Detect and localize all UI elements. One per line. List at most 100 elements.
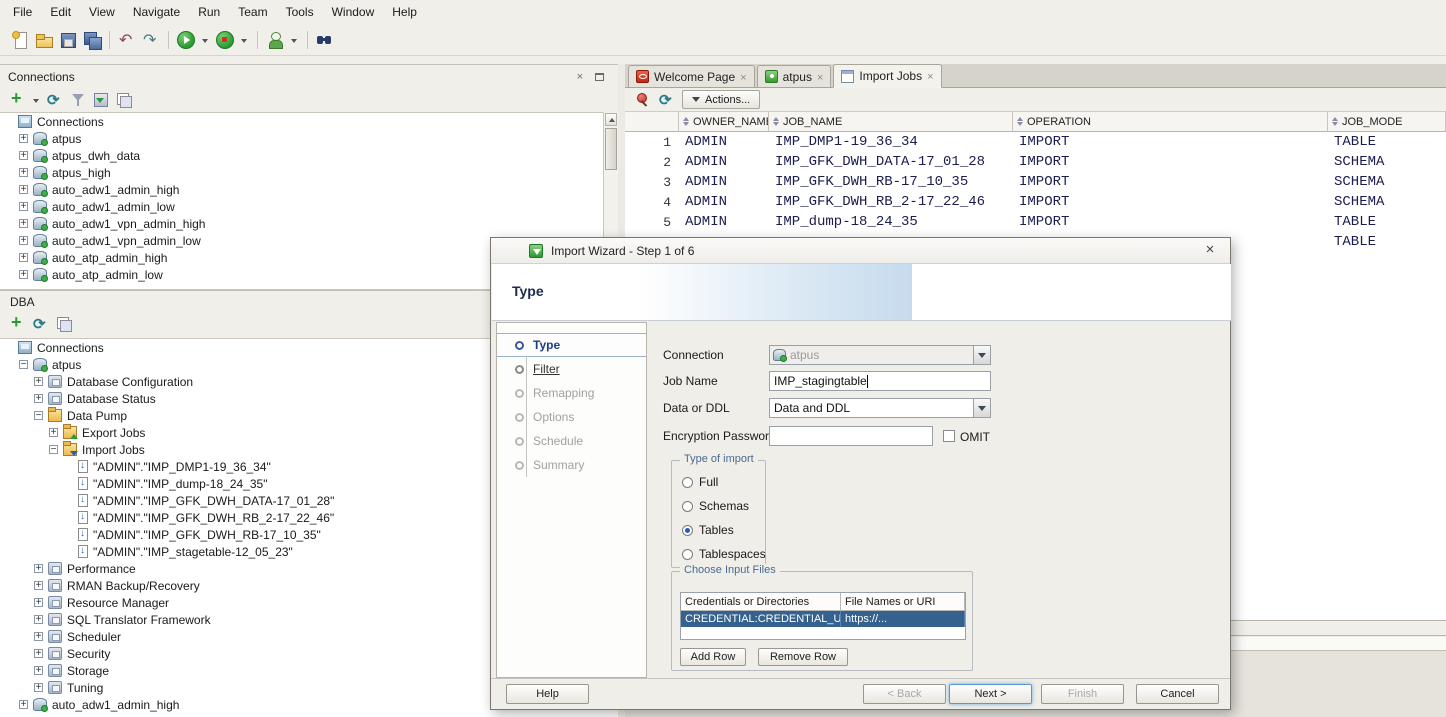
- add-row-button[interactable]: Add Row: [680, 648, 746, 666]
- job-name-input[interactable]: IMP_stagingtable: [769, 371, 991, 391]
- new-file-icon[interactable]: [10, 30, 30, 50]
- data-or-ddl-combo[interactable]: Data and DDL: [769, 398, 991, 418]
- clone-connection-icon[interactable]: [54, 314, 74, 334]
- expand-toggle-icon[interactable]: [34, 632, 43, 641]
- scroll-up-icon[interactable]: [605, 113, 617, 126]
- expand-toggle-icon[interactable]: [34, 581, 43, 590]
- help-button[interactable]: Help: [506, 684, 589, 704]
- separator-icon[interactable]: [254, 30, 261, 50]
- import-type-radio[interactable]: Tablespaces: [682, 547, 766, 561]
- expand-toggle-icon[interactable]: [19, 219, 28, 228]
- column-header[interactable]: JOB_MODE: [1328, 112, 1446, 132]
- import-type-radio[interactable]: Full: [682, 475, 718, 489]
- table-row[interactable]: 1 ADMIN IMP_DMP1-19_36_34 IMPORT TABLE: [625, 132, 1446, 152]
- menu-item[interactable]: Tools: [277, 2, 323, 22]
- run-icon[interactable]: [176, 30, 196, 50]
- menu-item[interactable]: File: [4, 2, 41, 22]
- menu-item[interactable]: Edit: [41, 2, 80, 22]
- tab-close-icon[interactable]: [927, 69, 933, 83]
- add-connection-icon[interactable]: [8, 90, 28, 110]
- redo-icon[interactable]: [141, 30, 161, 50]
- clone-connection-icon[interactable]: [114, 90, 134, 110]
- expand-toggle-icon[interactable]: [19, 151, 28, 160]
- refresh-icon[interactable]: [31, 314, 51, 334]
- back-button[interactable]: < Back: [863, 684, 946, 704]
- debug-icon[interactable]: [215, 30, 235, 50]
- expand-toggle-icon[interactable]: [19, 700, 28, 709]
- menu-item[interactable]: Team: [229, 2, 276, 22]
- expand-toggle-icon[interactable]: [34, 666, 43, 675]
- finish-button[interactable]: Finish: [1041, 684, 1124, 704]
- menu-item[interactable]: Navigate: [124, 2, 189, 22]
- open-folder-icon[interactable]: [34, 30, 54, 50]
- expand-toggle-icon[interactable]: [34, 564, 43, 573]
- tree-item[interactable]: atpus: [0, 130, 618, 147]
- encryption-password-input[interactable]: [769, 426, 933, 446]
- separator-icon[interactable]: [165, 30, 172, 50]
- expand-toggle-icon[interactable]: [34, 683, 43, 692]
- restore-panel-icon[interactable]: [595, 73, 604, 81]
- next-button[interactable]: Next >: [949, 684, 1032, 704]
- refresh-icon[interactable]: [45, 90, 65, 110]
- expand-toggle-icon[interactable]: [19, 253, 28, 262]
- expand-toggle-icon[interactable]: [19, 134, 28, 143]
- tab-close-icon[interactable]: [817, 70, 823, 84]
- refresh-grid-icon[interactable]: [657, 90, 677, 110]
- tree-item[interactable]: auto_adw1_admin_high: [0, 181, 618, 198]
- wizard-step[interactable]: Summary: [497, 453, 646, 477]
- tree-item[interactable]: atpus_dwh_data: [0, 147, 618, 164]
- wizard-step[interactable]: Schedule: [497, 429, 646, 453]
- wizard-step[interactable]: Remapping: [497, 381, 646, 405]
- file-table-column-header[interactable]: File Names or URI: [841, 593, 965, 611]
- editor-tab[interactable]: Import Jobs: [833, 64, 941, 88]
- dropdown-caret-icon[interactable]: [289, 30, 300, 50]
- dropdown-caret-icon[interactable]: [239, 30, 250, 50]
- scrollbar-thumb[interactable]: [605, 128, 617, 170]
- table-row[interactable]: 4 ADMIN IMP_GFK_DWH_RB_2-17_22_46 IMPORT…: [625, 192, 1446, 212]
- column-header[interactable]: OWNER_NAME: [679, 112, 769, 132]
- expand-toggle-icon[interactable]: [34, 615, 43, 624]
- menu-item[interactable]: Window: [323, 2, 384, 22]
- menu-item[interactable]: View: [80, 2, 124, 22]
- import-type-radio[interactable]: Tables: [682, 523, 734, 537]
- tab-close-icon[interactable]: [740, 70, 746, 84]
- omit-checkbox[interactable]: [943, 430, 955, 442]
- expand-toggle-icon[interactable]: [19, 236, 28, 245]
- undo-icon[interactable]: [117, 30, 137, 50]
- input-file-row[interactable]: CREDENTIAL:CREDENTIAL_US1 https://...: [681, 611, 965, 627]
- file-table-column-header[interactable]: Credentials or Directories: [681, 593, 841, 611]
- expand-toggle-icon[interactable]: [19, 202, 28, 211]
- expand-toggle-icon[interactable]: [49, 428, 58, 437]
- connection-combo[interactable]: atpus: [769, 345, 991, 365]
- expand-toggle-icon[interactable]: [34, 411, 43, 420]
- tree-item[interactable]: atpus_high: [0, 164, 618, 181]
- tree-item[interactable]: auto_adw1_admin_low: [0, 198, 618, 215]
- expand-toggle-icon[interactable]: [19, 270, 28, 279]
- expand-toggle-icon[interactable]: [34, 377, 43, 386]
- expand-toggle-icon[interactable]: [49, 445, 58, 454]
- tree-item[interactable]: Connections: [0, 113, 618, 130]
- combo-arrow-icon[interactable]: [973, 399, 990, 417]
- sort-icon[interactable]: [773, 117, 779, 126]
- tree-item[interactable]: auto_adw1_vpn_admin_high: [0, 215, 618, 232]
- column-header[interactable]: JOB_NAME: [769, 112, 1013, 132]
- filter-icon[interactable]: [68, 90, 88, 110]
- actions-button[interactable]: Actions...: [682, 90, 760, 109]
- column-header[interactable]: OPERATION: [1013, 112, 1328, 132]
- import-type-radio[interactable]: Schemas: [682, 499, 749, 513]
- editor-tab[interactable]: Welcome Page: [628, 65, 755, 87]
- dropdown-caret-icon[interactable]: [31, 90, 42, 110]
- sort-icon[interactable]: [1017, 117, 1023, 126]
- editor-tab[interactable]: atpus: [757, 65, 832, 87]
- close-panel-icon[interactable]: ×: [577, 71, 583, 83]
- close-icon[interactable]: ×: [1202, 241, 1218, 258]
- save-all-icon[interactable]: [82, 30, 102, 50]
- wizard-step[interactable]: Options: [497, 405, 646, 429]
- dropdown-caret-icon[interactable]: [200, 30, 211, 50]
- combo-arrow-icon[interactable]: [973, 346, 990, 364]
- add-connection-icon[interactable]: [8, 314, 28, 334]
- search-icon[interactable]: [315, 30, 335, 50]
- dialog-titlebar[interactable]: Import Wizard - Step 1 of 6 ×: [491, 238, 1230, 264]
- expand-toggle-icon[interactable]: [19, 168, 28, 177]
- cancel-button[interactable]: Cancel: [1136, 684, 1219, 704]
